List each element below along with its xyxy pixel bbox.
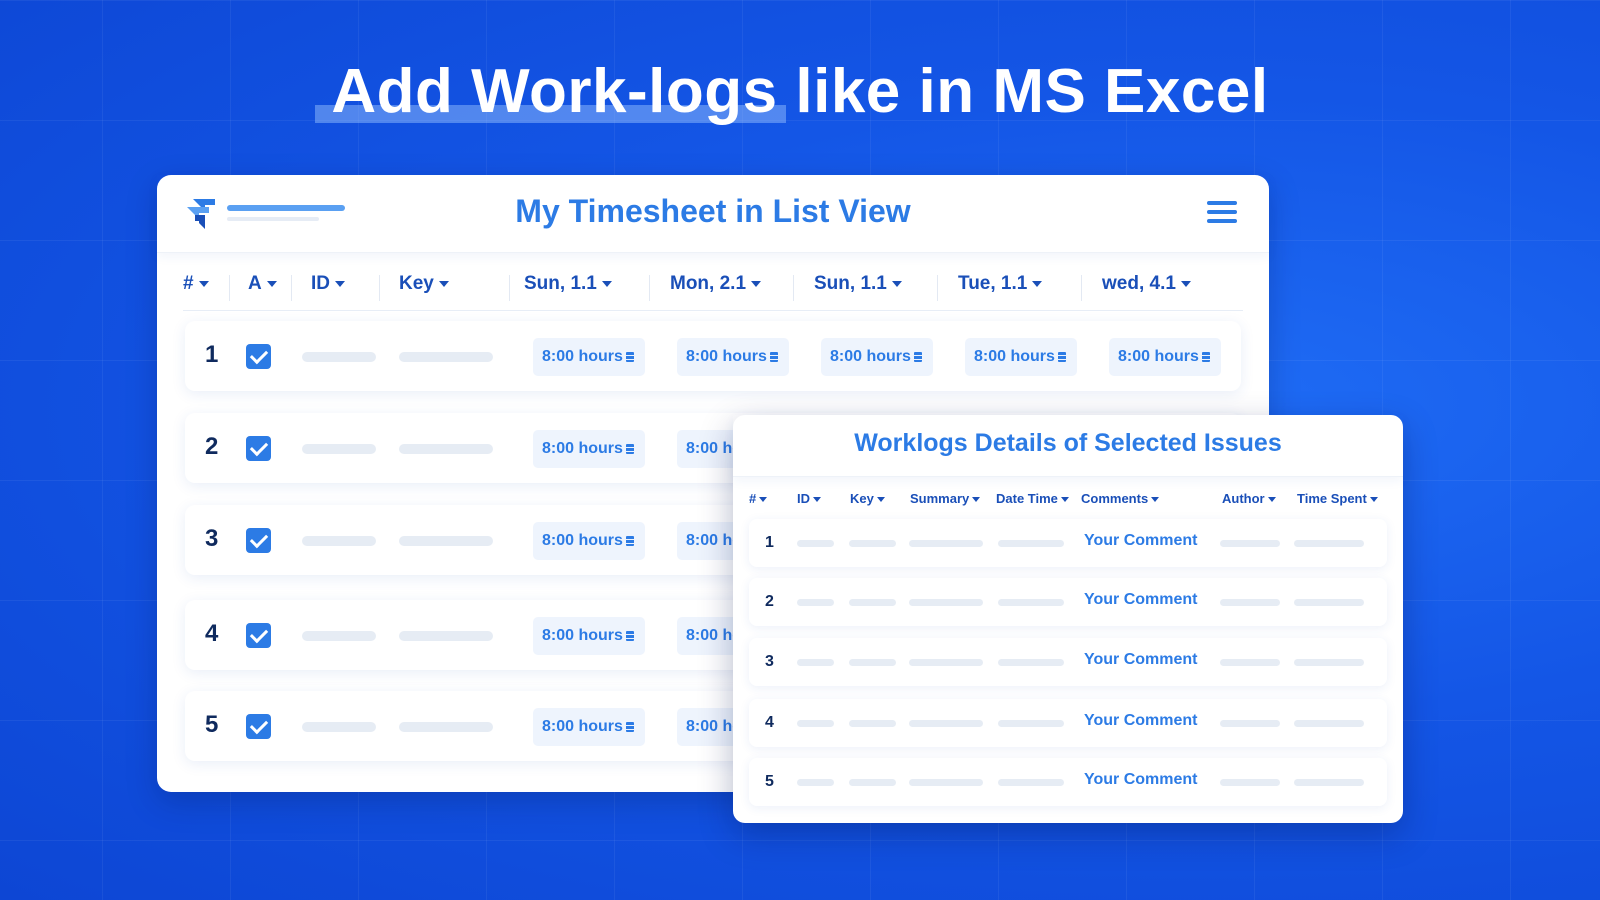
timesheet-header-row: # A ID Key Sun, 1.1 Mon, 2.1 Sun, 1.1 Tu… [183, 267, 1243, 311]
comment-text[interactable]: Your Comment [1084, 651, 1197, 669]
id-placeholder [302, 631, 376, 641]
hours-field[interactable]: 8:00 hours [533, 708, 645, 746]
worklog-row: 4 Your Comment [749, 699, 1387, 747]
row-number: 5 [205, 711, 219, 738]
row-number: 3 [765, 653, 774, 670]
hours-field[interactable]: 8:00 hours [821, 338, 933, 376]
worklog-row: 2 Your Comment [749, 578, 1387, 626]
headline-rest: like in MS Excel [777, 57, 1269, 126]
col-header-day-4[interactable]: Tue, 1.1 [958, 273, 1042, 295]
headline: Add Work-logs like in MS Excel [0, 56, 1600, 127]
row-number: 1 [765, 534, 774, 551]
worklog-row: 3 Your Comment [749, 638, 1387, 686]
spinner-icon [913, 352, 922, 362]
spinner-icon [1057, 352, 1066, 362]
checkbox-checked-icon[interactable] [246, 528, 271, 553]
hours-field[interactable]: 8:00 hours [533, 617, 645, 655]
comment-text[interactable]: Your Comment [1084, 532, 1197, 550]
wl-col-header-id[interactable]: ID [797, 491, 821, 506]
id-placeholder [302, 722, 376, 732]
id-placeholder [302, 352, 376, 362]
col-header-number[interactable]: # [183, 273, 209, 295]
spinner-icon [625, 722, 634, 732]
worklog-row: 5 Your Comment [749, 758, 1387, 806]
wl-col-header-comments[interactable]: Comments [1081, 491, 1159, 506]
row-number: 4 [765, 714, 774, 731]
row-number: 4 [205, 620, 219, 647]
worklog-row: 1 Your Comment [749, 519, 1387, 567]
col-header-day-5[interactable]: wed, 4.1 [1102, 273, 1191, 295]
checkbox-checked-icon[interactable] [246, 623, 271, 648]
wl-col-header-datetime[interactable]: Date Time [996, 491, 1069, 506]
spinner-icon [769, 352, 778, 362]
worklogs-header-row: # ID Key Summary Date Time Comments Auth… [749, 487, 1387, 515]
key-placeholder [399, 631, 493, 641]
col-header-day-3[interactable]: Sun, 1.1 [814, 273, 902, 295]
key-placeholder [399, 352, 493, 362]
hours-field[interactable]: 8:00 hours [677, 338, 789, 376]
timesheet-topbar: My Timesheet in List View [157, 175, 1269, 253]
row-number: 1 [205, 341, 219, 368]
spinner-icon [625, 631, 634, 641]
checkbox-checked-icon[interactable] [246, 344, 271, 369]
id-placeholder [302, 536, 376, 546]
col-header-a[interactable]: A [248, 273, 277, 295]
timesheet-row: 1 8:00 hours 8:00 hours 8:00 hours 8:00 … [185, 321, 1241, 391]
row-number: 5 [765, 773, 774, 790]
wl-col-header-key[interactable]: Key [850, 491, 885, 506]
headline-highlight: Add Work-logs [315, 57, 786, 126]
key-placeholder [399, 722, 493, 732]
spinner-icon [625, 536, 634, 546]
row-number: 2 [205, 433, 219, 460]
key-placeholder [399, 536, 493, 546]
col-header-day-1[interactable]: Sun, 1.1 [524, 273, 612, 295]
hours-field[interactable]: 8:00 hours [533, 338, 645, 376]
comment-text[interactable]: Your Comment [1084, 591, 1197, 609]
col-header-day-2[interactable]: Mon, 2.1 [670, 273, 761, 295]
worklogs-card: Worklogs Details of Selected Issues # ID… [733, 415, 1403, 823]
timesheet-title: My Timesheet in List View [515, 193, 911, 229]
col-header-key[interactable]: Key [399, 273, 449, 295]
spinner-icon [1201, 352, 1210, 362]
checkbox-checked-icon[interactable] [246, 436, 271, 461]
hours-field[interactable]: 8:00 hours [533, 430, 645, 468]
wl-col-header-author[interactable]: Author [1222, 491, 1276, 506]
wl-col-header-summary[interactable]: Summary [910, 491, 980, 506]
checkbox-checked-icon[interactable] [246, 714, 271, 739]
worklogs-title: Worklogs Details of Selected Issues [854, 429, 1282, 457]
id-placeholder [302, 444, 376, 454]
hours-field[interactable]: 8:00 hours [1109, 338, 1221, 376]
spinner-icon [625, 352, 634, 362]
hours-field[interactable]: 8:00 hours [533, 522, 645, 560]
hours-field[interactable]: 8:00 hours [965, 338, 1077, 376]
key-placeholder [399, 444, 493, 454]
wl-col-header-number[interactable]: # [749, 491, 767, 506]
comment-text[interactable]: Your Comment [1084, 712, 1197, 730]
spinner-icon [625, 444, 634, 454]
comment-text[interactable]: Your Comment [1084, 771, 1197, 789]
col-header-id[interactable]: ID [311, 273, 345, 295]
hamburger-menu-icon[interactable] [1207, 201, 1237, 225]
row-number: 3 [205, 525, 219, 552]
row-number: 2 [765, 593, 774, 610]
wl-col-header-timespent[interactable]: Time Spent [1297, 491, 1378, 506]
